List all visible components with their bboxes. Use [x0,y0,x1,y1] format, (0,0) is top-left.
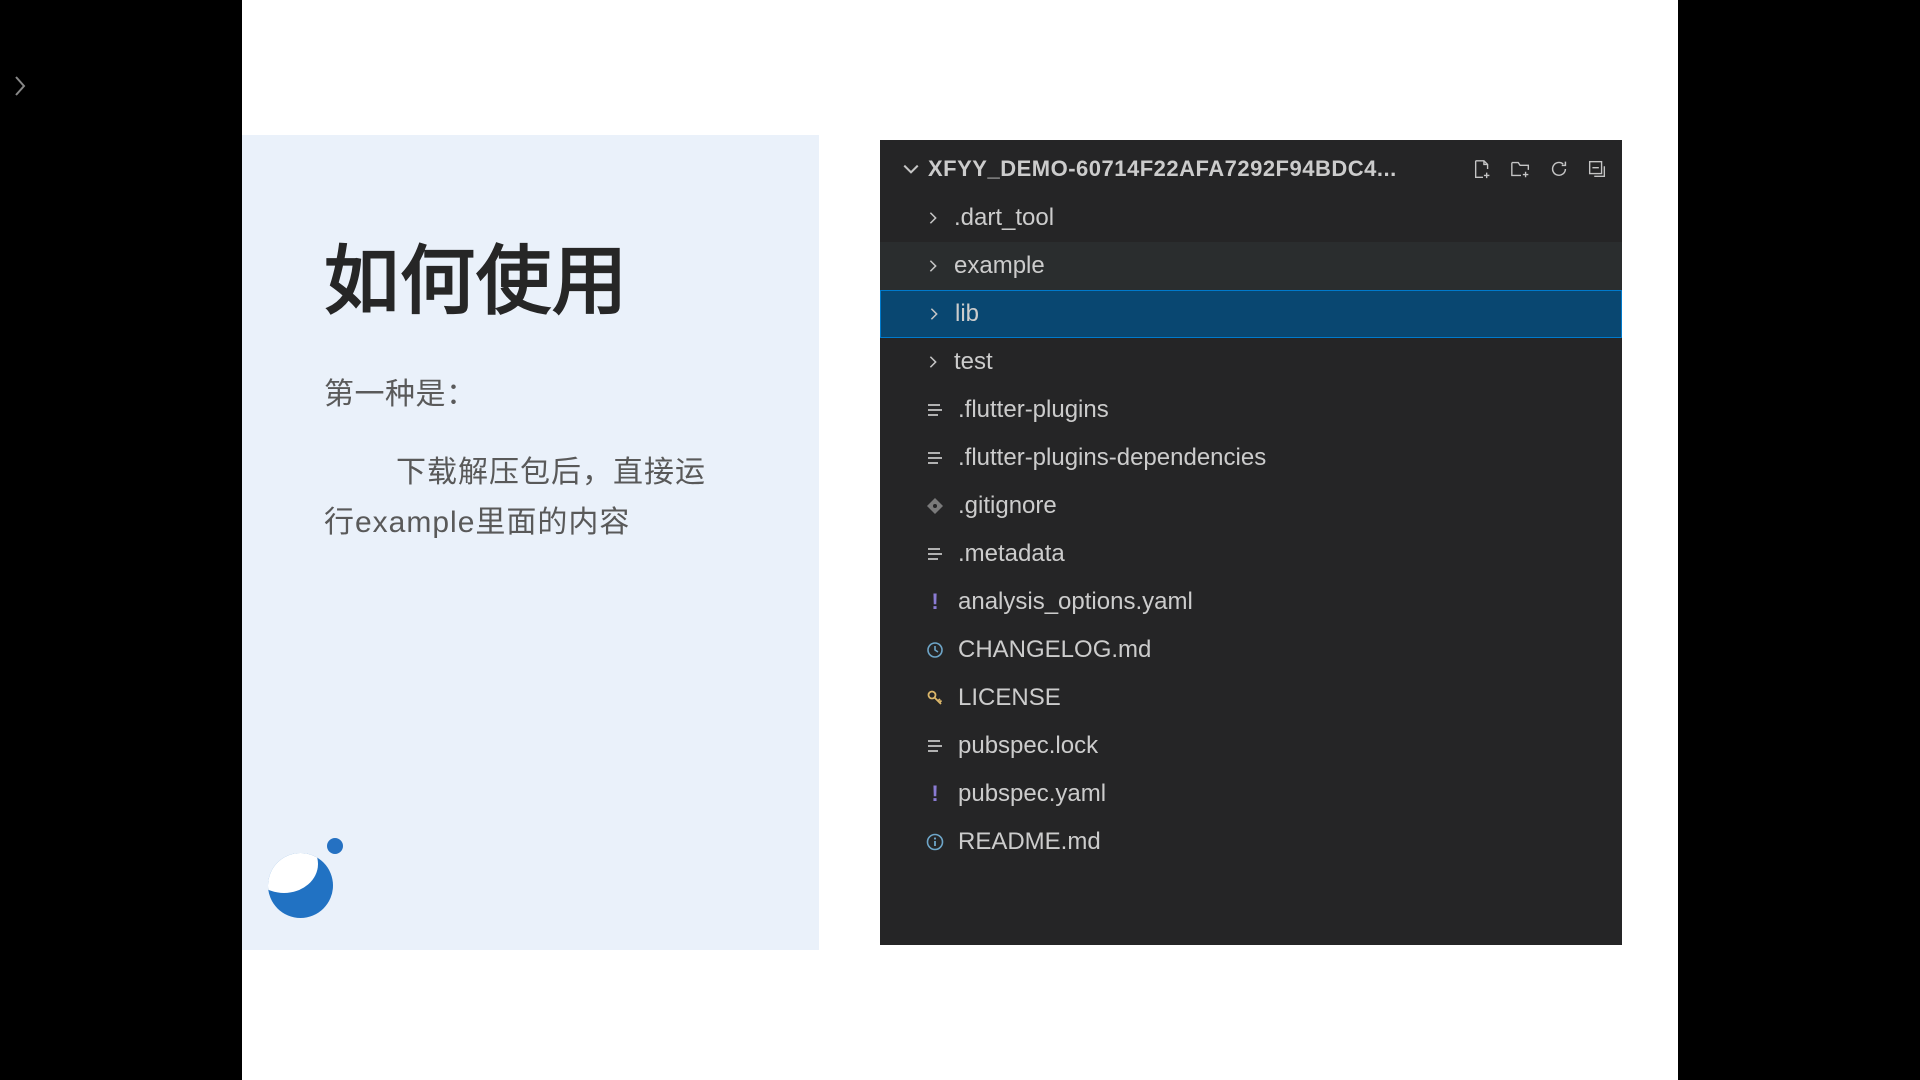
lines-icon [922,736,948,756]
file-item[interactable]: ! pubspec.yaml [880,770,1622,818]
file-item[interactable]: .gitignore [880,482,1622,530]
lines-icon [922,544,948,564]
file-item[interactable]: ! analysis_options.yaml [880,578,1622,626]
folder-item[interactable]: lib [880,290,1622,338]
slide-logo [268,838,343,918]
item-label: lib [955,300,979,328]
exclaim-icon: ! [922,589,948,615]
item-label: CHANGELOG.md [958,636,1151,664]
explorer-project-name: XFYY_DEMO-60714F22AFA7292F94BDC4... [928,156,1464,182]
item-label: pubspec.yaml [958,780,1106,808]
item-label: .dart_tool [954,204,1054,232]
file-item[interactable]: .flutter-plugins [880,386,1622,434]
slide-body-line2: 行example里面的内容 [324,498,739,548]
item-label: pubspec.lock [958,732,1098,760]
info-icon [922,832,948,852]
folder-item[interactable]: test [880,338,1622,386]
item-label: .flutter-plugins [958,396,1109,424]
item-label: README.md [958,828,1101,856]
nav-prev-button[interactable] [14,75,26,103]
chevron-down-icon [902,160,920,178]
item-label: .flutter-plugins-dependencies [958,444,1266,472]
file-item[interactable]: pubspec.lock [880,722,1622,770]
collapse-all-icon[interactable] [1586,158,1608,180]
clock-icon [922,640,948,660]
slide-canvas: 如何使用 第一种是： 下载解压包后，直接运 行example里面的内容 XFYY… [242,0,1678,1080]
chevron-right-icon [922,355,944,369]
item-label: analysis_options.yaml [958,588,1193,616]
file-item[interactable]: LICENSE [880,674,1622,722]
file-item[interactable]: .flutter-plugins-dependencies [880,434,1622,482]
file-item[interactable]: README.md [880,818,1622,866]
chevron-right-icon [922,211,944,225]
slide-title: 如何使用 [324,220,739,329]
key-icon [922,688,948,708]
folder-item[interactable]: example [880,242,1622,290]
item-label: example [954,252,1045,280]
lines-icon [922,448,948,468]
exclaim-icon: ! [922,781,948,807]
slide-subtitle: 第一种是： [324,369,739,413]
lines-icon [922,400,948,420]
chevron-right-icon [923,307,945,321]
file-item[interactable]: CHANGELOG.md [880,626,1622,674]
item-label: .gitignore [958,492,1057,520]
slide-text-panel: 如何使用 第一种是： 下载解压包后，直接运 行example里面的内容 [242,135,819,950]
slide-body-line1: 下载解压包后，直接运 [324,448,739,498]
gitignore-icon [922,496,948,516]
refresh-icon[interactable] [1548,158,1570,180]
new-folder-icon[interactable] [1510,158,1532,180]
vscode-explorer-panel: XFYY_DEMO-60714F22AFA7292F94BDC4... .dar… [880,140,1622,945]
explorer-header[interactable]: XFYY_DEMO-60714F22AFA7292F94BDC4... [880,140,1622,194]
folder-item[interactable]: .dart_tool [880,194,1622,242]
chevron-right-icon [922,259,944,273]
item-label: LICENSE [958,684,1061,712]
item-label: .metadata [958,540,1065,568]
item-label: test [954,348,993,376]
new-file-icon[interactable] [1472,158,1494,180]
file-item[interactable]: .metadata [880,530,1622,578]
